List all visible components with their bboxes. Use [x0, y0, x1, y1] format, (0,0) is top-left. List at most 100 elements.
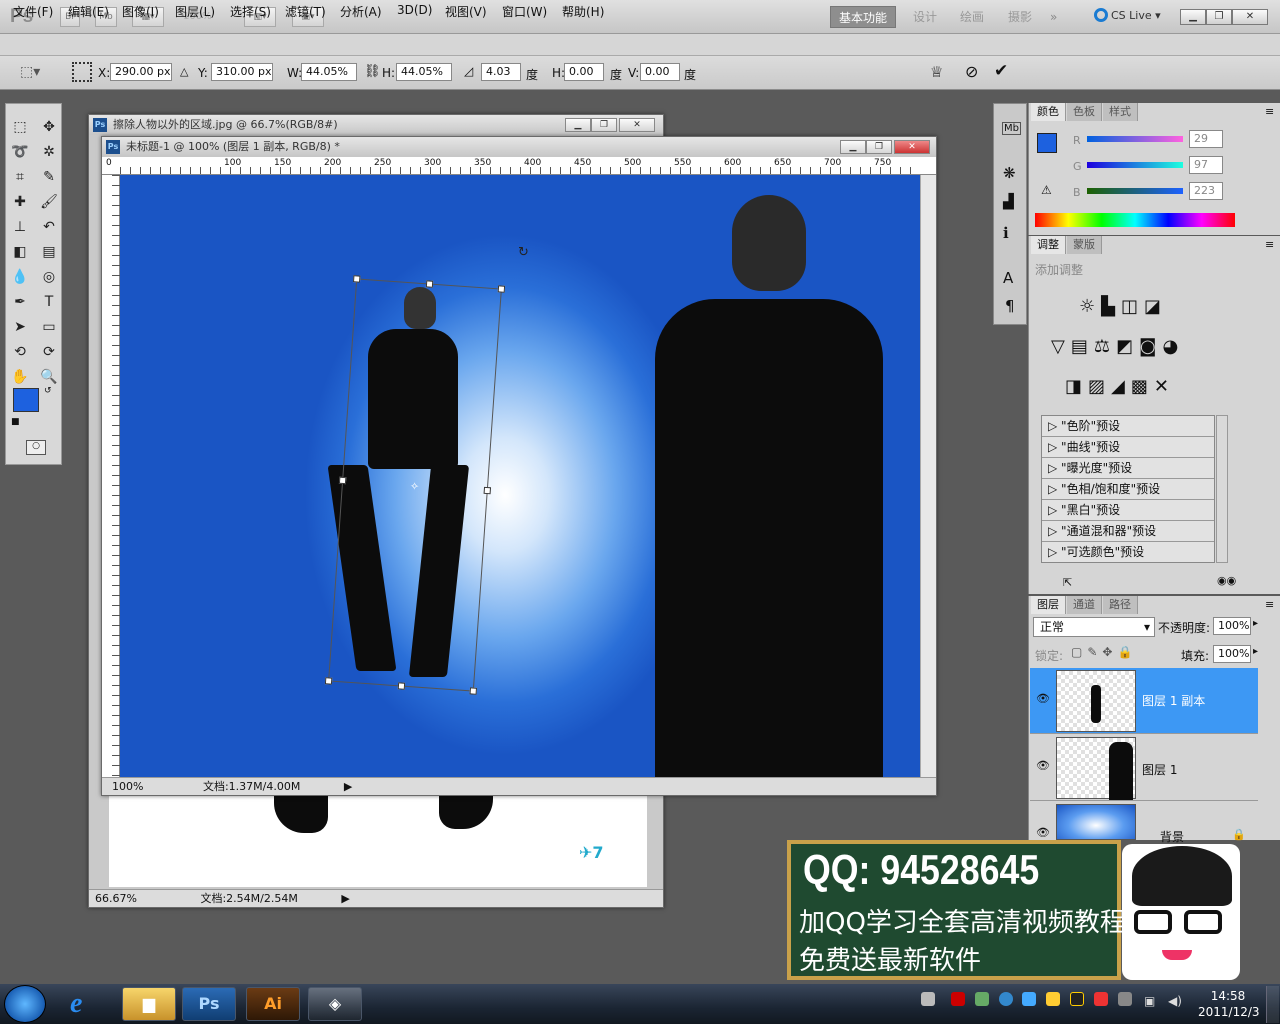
tab-swatches[interactable]: 色板 [1067, 103, 1102, 121]
transform-center-icon[interactable]: ✧ [409, 480, 419, 494]
lasso-tool-icon[interactable]: ➰ [9, 141, 31, 163]
tray-icon[interactable] [975, 992, 989, 1006]
tab-channels[interactable]: 通道 [1067, 596, 1102, 614]
restore-button[interactable]: ❐ [1206, 9, 1232, 25]
3d-orbit-icon[interactable]: ⟳ [38, 341, 60, 363]
magic-wand-icon[interactable]: ✲ [38, 141, 60, 163]
workspace-photography[interactable]: 摄影 [1000, 6, 1040, 28]
workspace-painting[interactable]: 绘画 [952, 6, 992, 28]
panel-menu-icon[interactable]: ≡ [1265, 105, 1274, 118]
g-field[interactable]: 97 [1189, 156, 1223, 174]
blend-mode-select[interactable]: 正常 ▾ [1033, 617, 1155, 637]
3d-rotate-icon[interactable]: ⟲ [9, 341, 31, 363]
tool-preset-icon[interactable]: ⬚▾ [20, 64, 40, 80]
color-ramp[interactable] [1035, 213, 1235, 227]
list-item[interactable]: ▷ "可选颜色"预设 [1042, 542, 1214, 563]
brush-tool-icon[interactable]: 🖌 [38, 191, 60, 213]
default-colors-icon[interactable]: ■ [11, 417, 20, 427]
blur-tool-icon[interactable]: 💧 [9, 266, 31, 288]
g-slider[interactable] [1087, 162, 1183, 168]
status-arrow-icon[interactable]: ▶ [344, 780, 352, 793]
tab-layers[interactable]: 图层 [1031, 596, 1066, 614]
ie-icon[interactable]: e [70, 988, 82, 1020]
network-icon[interactable]: ▣ [1144, 994, 1155, 1008]
back-canvas[interactable]: ✈7 [109, 795, 647, 887]
lock-icons[interactable]: ▢✎✥🔒 [1071, 645, 1137, 659]
x-field[interactable]: 290.00 px [110, 63, 172, 81]
reference-point-icon[interactable] [72, 62, 92, 82]
panel-menu-icon[interactable]: ≡ [1265, 598, 1274, 611]
layer-row-background[interactable]: 👁 背景 🔒 [1030, 802, 1258, 844]
menu-analysis[interactable]: 分析(A) [340, 3, 382, 20]
warp-icon[interactable]: ♕ [930, 63, 943, 81]
layer-row-copy[interactable]: 👁 图层 1 副本 [1030, 668, 1258, 734]
workspace-design[interactable]: 设计 [905, 6, 945, 28]
eye-icon[interactable]: 👁 [1036, 692, 1050, 705]
dodge-tool-icon[interactable]: ◎ [38, 266, 60, 288]
minimize-button[interactable]: ▁ [1180, 9, 1206, 25]
stamp-tool-icon[interactable]: ⊥ [9, 216, 31, 238]
histogram-icon[interactable]: ▟ [1003, 194, 1014, 210]
status-arrow-icon[interactable]: ▶ [341, 892, 349, 905]
tab-color[interactable]: 颜色 [1031, 103, 1066, 121]
menu-view[interactable]: 视图(V) [445, 3, 487, 20]
tray-icon[interactable] [999, 992, 1013, 1006]
vertical-scrollbar[interactable] [920, 175, 936, 779]
doc-restore-button[interactable]: ❐ [866, 140, 892, 154]
horizontal-ruler[interactable]: 0 100 150 200 250 300 350 400 450 500 55… [102, 157, 936, 175]
fill-arrow-icon[interactable]: ▸ [1253, 646, 1258, 657]
adjustment-icons-row1[interactable]: ☼▙◫◪ [1079, 296, 1167, 317]
eye-icon[interactable]: 👁 [1036, 826, 1050, 839]
b-slider[interactable] [1087, 188, 1183, 194]
marquee-tool-icon[interactable]: ⬚ [9, 116, 31, 138]
angle-field[interactable]: 4.03 [481, 63, 521, 81]
clip-icon[interactable]: ◉◉ [1217, 574, 1236, 587]
menu-select[interactable]: 选择(S) [230, 3, 271, 20]
width-field[interactable]: 44.05% [301, 63, 357, 81]
tray-icon[interactable] [1046, 992, 1060, 1006]
list-item[interactable]: ▷ "曝光度"预设 [1042, 458, 1214, 479]
menu-filter[interactable]: 滤镜(T) [285, 3, 326, 20]
relative-position-icon[interactable]: △ [180, 65, 188, 78]
menu-file[interactable]: 文件(F) [13, 3, 53, 20]
tray-icon[interactable] [951, 992, 965, 1006]
vertical-ruler[interactable] [102, 175, 120, 779]
menu-3d[interactable]: 3D(D) [397, 3, 432, 17]
layer-name[interactable]: 图层 1 [1142, 761, 1177, 778]
transform-handle[interactable] [469, 687, 478, 695]
doc-restore-button[interactable]: ❐ [591, 118, 617, 132]
hand-tool-icon[interactable]: ✋ [9, 366, 31, 388]
crop-tool-icon[interactable]: ⌗ [9, 166, 31, 188]
list-item[interactable]: ▷ "曲线"预设 [1042, 437, 1214, 458]
doc-close-button[interactable]: ✕ [619, 118, 655, 132]
transform-handle[interactable] [338, 476, 347, 485]
y-field[interactable]: 310.00 px [211, 63, 273, 81]
transform-handle[interactable] [352, 275, 361, 283]
clock[interactable]: 14:58 2011/12/3 [1198, 988, 1260, 1020]
transform-handle[interactable] [497, 285, 506, 293]
r-field[interactable]: 29 [1189, 130, 1223, 148]
path-select-icon[interactable]: ➤ [9, 316, 31, 338]
history-brush-icon[interactable]: ↶ [38, 216, 60, 238]
cancel-transform-icon[interactable]: ⊘ [965, 62, 978, 81]
pen-tool-icon[interactable]: ✒ [9, 291, 31, 313]
minibridge-panel-icon[interactable]: Mb [1002, 122, 1021, 135]
list-item[interactable]: ▷ "色阶"预设 [1042, 416, 1214, 437]
link-icon[interactable]: ⛓ [364, 64, 381, 79]
document-canvas[interactable]: ✧ ↻ [120, 175, 920, 777]
list-item[interactable]: ▷ "色相/饱和度"预设 [1042, 479, 1214, 500]
adjustment-icons-row3[interactable]: ◨▨◢▩✕ [1065, 376, 1175, 397]
layer-name[interactable]: 背景 [1160, 828, 1184, 845]
list-item[interactable]: ▷ "黑白"预设 [1042, 500, 1214, 521]
transform-handle[interactable] [324, 677, 333, 685]
close-button[interactable]: ✕ [1232, 9, 1268, 25]
opacity-arrow-icon[interactable]: ▸ [1253, 618, 1258, 629]
foreground-color-swatch[interactable] [13, 388, 39, 412]
b-field[interactable]: 223 [1189, 182, 1223, 200]
eraser-tool-icon[interactable]: ◧ [9, 241, 31, 263]
layer-name[interactable]: 图层 1 副本 [1142, 692, 1205, 709]
fg-color-swatch[interactable] [1037, 133, 1057, 153]
show-desktop-button[interactable] [1266, 986, 1279, 1023]
tray-icon[interactable] [921, 992, 935, 1006]
tab-paths[interactable]: 路径 [1103, 596, 1138, 614]
